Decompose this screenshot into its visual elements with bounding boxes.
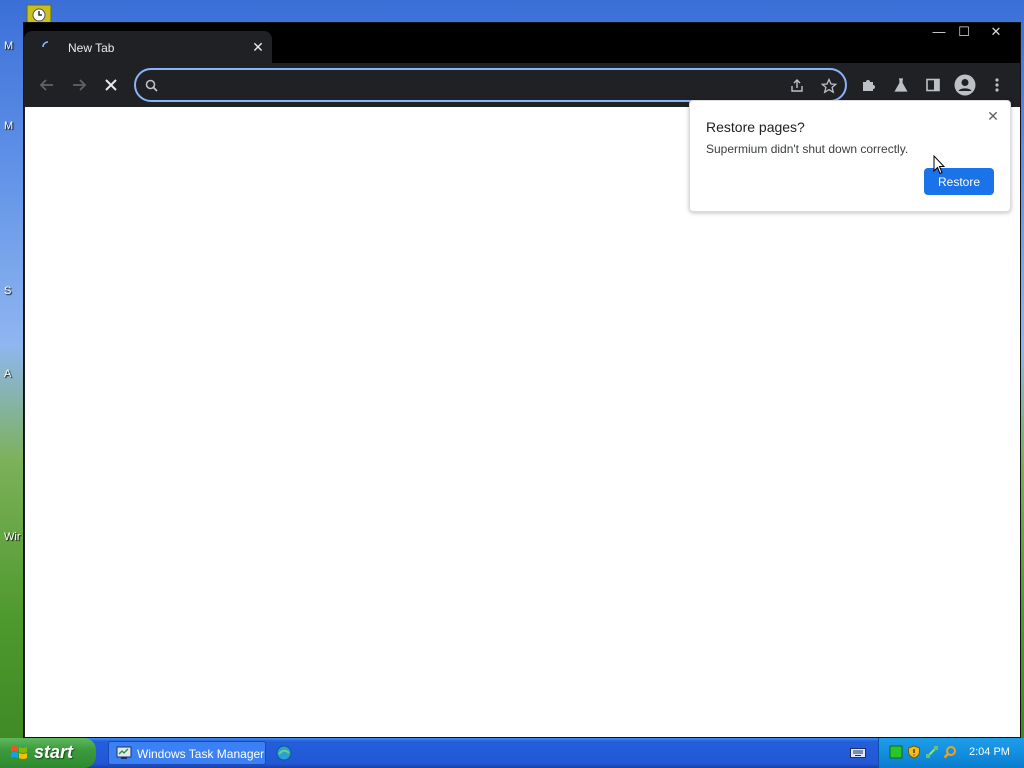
stop-loading-button[interactable] (99, 73, 123, 97)
tab-close-icon[interactable]: ✕ (250, 39, 266, 55)
popup-message: Supermium didn't shut down correctly. (706, 142, 909, 156)
security-shield-icon[interactable] (907, 745, 921, 759)
browser-quicklaunch-icon[interactable] (276, 745, 292, 761)
desktop-icon-label[interactable]: Wir (4, 531, 21, 543)
browser-titlebar[interactable]: New Tab ✕ — ☐ ✕ (24, 23, 1020, 63)
avatar-icon (954, 74, 976, 96)
close-window-button[interactable]: ✕ (982, 23, 1010, 41)
start-button[interactable]: start (0, 738, 96, 768)
loading-spinner-icon (42, 41, 49, 48)
bookmark-button[interactable] (819, 76, 839, 96)
taskbar-item-label: Windows Task Manager (137, 747, 265, 761)
star-icon (821, 78, 837, 94)
profile-button[interactable] (953, 73, 977, 97)
maximize-button[interactable]: ☐ (950, 23, 978, 41)
omnibox[interactable] (134, 68, 847, 102)
taskbar-clock[interactable]: 2:04 PM (969, 746, 1010, 758)
extensions-button[interactable] (857, 73, 881, 97)
minimize-button[interactable]: — (925, 23, 953, 41)
system-tray: 2:04 PM (878, 738, 1024, 768)
share-button[interactable] (787, 76, 807, 96)
desktop-icon-label[interactable]: A (4, 368, 11, 380)
network-status-icon[interactable] (889, 745, 903, 759)
side-panel-icon (926, 78, 940, 92)
search-icon (145, 79, 158, 92)
taskbar: start Windows Task Manager 2:04 PM (0, 738, 1024, 768)
task-manager-icon (116, 746, 132, 759)
network-connection-icon[interactable] (925, 745, 939, 759)
share-icon (791, 79, 803, 92)
restore-pages-bubble: Restore pages? Supermium didn't shut dow… (689, 100, 1011, 212)
side-panel-button[interactable] (921, 73, 945, 97)
flask-icon (894, 78, 908, 92)
forward-button[interactable] (67, 73, 91, 97)
arrow-left-icon (39, 79, 53, 91)
search-magnifier-icon[interactable] (943, 745, 957, 759)
desktop-icon-label[interactable]: M (4, 40, 13, 52)
windows-logo-icon (11, 746, 27, 759)
popup-close-icon[interactable]: ✕ (986, 109, 1000, 123)
menu-button[interactable] (985, 73, 1009, 97)
more-vertical-icon (995, 78, 999, 92)
back-button[interactable] (35, 73, 59, 97)
arrow-right-icon (73, 79, 87, 91)
tab-new-tab[interactable]: New Tab ✕ (24, 31, 272, 63)
puzzle-icon (863, 80, 875, 91)
taskbar-item-task-manager[interactable]: Windows Task Manager (108, 741, 266, 765)
mouse-pointer-icon (933, 155, 945, 175)
keyboard-icon[interactable] (850, 747, 866, 759)
start-label: start (34, 742, 74, 762)
desktop-icon-label[interactable]: M (4, 120, 13, 132)
address-input[interactable] (166, 74, 766, 96)
desktop-icon-label[interactable]: S (4, 285, 11, 297)
labs-button[interactable] (889, 73, 913, 97)
popup-title: Restore pages? (706, 119, 805, 135)
close-x-icon (105, 79, 117, 91)
tab-title: New Tab (68, 41, 115, 55)
